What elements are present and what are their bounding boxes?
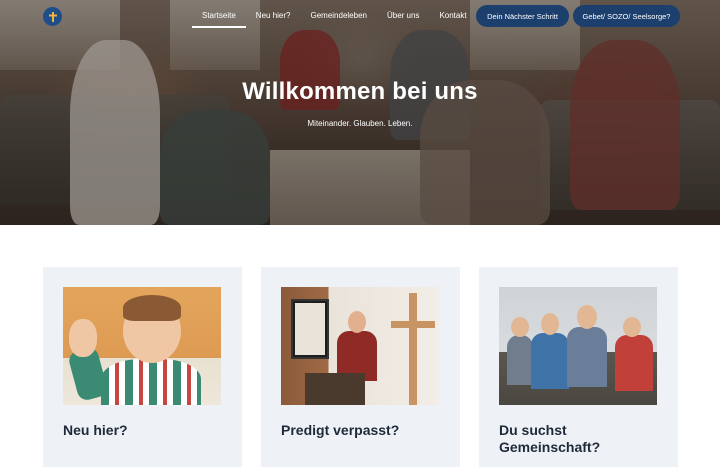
card-title[interactable]: Predigt verpasst? <box>281 422 440 439</box>
nav-item-gemeindeleben[interactable]: Gemeindeleben <box>300 11 376 27</box>
image-shape <box>541 313 559 335</box>
nav-item-ueber-uns[interactable]: Über uns <box>377 11 429 27</box>
image-shape <box>615 335 653 391</box>
image-shape <box>623 317 641 337</box>
card-neu-hier[interactable]: Neu hier? <box>43 267 242 467</box>
image-shape <box>409 293 417 405</box>
hero-overlay <box>0 0 720 225</box>
image-shape <box>577 305 597 329</box>
image-shape <box>391 321 435 328</box>
image-shape <box>348 311 366 333</box>
image-shape <box>511 317 529 337</box>
nav-item-neu-hier[interactable]: Neu hier? <box>246 11 301 27</box>
image-shape <box>101 359 201 405</box>
card-gemeinschaft[interactable]: Du suchst Gemeinschaft? <box>479 267 678 467</box>
nav-item-startseite[interactable]: Startseite <box>192 11 246 28</box>
image-shape <box>295 303 325 355</box>
next-step-button[interactable]: Dein Nächster Schritt <box>476 5 569 27</box>
card-title[interactable]: Du suchst Gemeinschaft? <box>499 422 658 456</box>
image-shape <box>123 295 181 321</box>
card-predigt[interactable]: Predigt verpasst? <box>261 267 460 467</box>
hero-title: Willkommen bei uns <box>242 78 478 105</box>
main-nav: Startseite Neu hier? Gemeindeleben Über … <box>192 11 477 28</box>
card-title[interactable]: Neu hier? <box>63 422 222 439</box>
image-shape <box>305 373 365 405</box>
image-shape <box>567 327 607 387</box>
nav-item-kontakt[interactable]: Kontakt <box>429 11 476 27</box>
hero-subtitle: Miteinander. Glauben. Leben. <box>307 119 413 128</box>
hero-section: Startseite Neu hier? Gemeindeleben Über … <box>0 0 720 225</box>
image-shape <box>531 333 569 389</box>
card-grid: Neu hier? Predigt verpasst? Du suchst Ge… <box>43 267 678 467</box>
prayer-counseling-button[interactable]: Gebet/ SOZO/ Seelsorge? <box>573 5 680 27</box>
cross-icon <box>48 11 57 22</box>
image-shape <box>69 319 97 357</box>
card-image-sermon[interactable] <box>281 287 439 405</box>
card-image-waving-child[interactable] <box>63 287 221 405</box>
card-image-group[interactable] <box>499 287 657 405</box>
church-logo-icon[interactable] <box>43 7 62 26</box>
image-shape <box>507 335 533 385</box>
